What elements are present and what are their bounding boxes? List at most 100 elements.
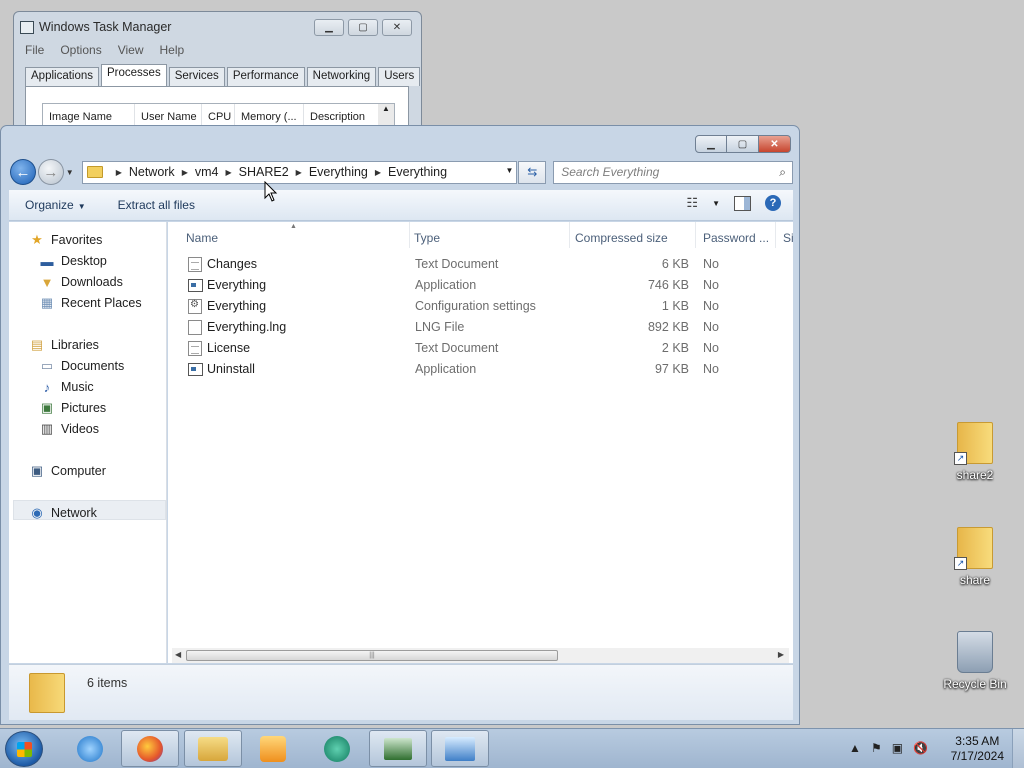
table-row[interactable]: Everything Application 746 KB No bbox=[168, 275, 793, 296]
tab-services[interactable]: Services bbox=[168, 67, 225, 86]
scroll-right-icon[interactable]: ▶ bbox=[778, 650, 784, 659]
maximize-button[interactable]: ▢ bbox=[727, 135, 759, 153]
nav-documents[interactable]: ▭ Documents bbox=[39, 356, 124, 376]
minimize-button[interactable]: ▁ bbox=[314, 19, 344, 36]
control-panel-icon bbox=[445, 736, 475, 761]
taskbar-control-panel[interactable] bbox=[431, 730, 489, 767]
tab-performance[interactable]: Performance bbox=[226, 67, 305, 86]
breadcrumb-separator-icon[interactable]: ▶ bbox=[182, 168, 188, 177]
nav-favorites[interactable]: ★ Favorites bbox=[29, 230, 102, 250]
taskbar-windows-explorer[interactable] bbox=[184, 730, 242, 767]
address-dropdown-icon[interactable]: ▼ bbox=[505, 166, 513, 175]
sort-ascending-icon: ▲ bbox=[290, 223, 297, 230]
taskbar-internet-explorer[interactable] bbox=[61, 730, 119, 767]
view-options-dropdown-icon[interactable]: ▼ bbox=[712, 199, 720, 208]
tab-users[interactable]: Users bbox=[378, 67, 421, 86]
refresh-button[interactable]: ⇆ bbox=[518, 160, 547, 184]
nav-recent-places[interactable]: ▦ Recent Places bbox=[39, 293, 142, 313]
scroll-left-icon[interactable]: ◀ bbox=[175, 650, 181, 659]
task-manager-window[interactable]: Windows Task Manager ▁ ▢ ✕ File Options … bbox=[13, 11, 422, 139]
task-manager-tabs: Applications Processes Services Performa… bbox=[25, 64, 421, 86]
table-row[interactable]: Uninstall Application 97 KB No bbox=[168, 359, 793, 380]
tab-networking[interactable]: Networking bbox=[306, 67, 377, 86]
pictures-icon: ▣ bbox=[40, 400, 54, 415]
column-name[interactable]: Name bbox=[186, 222, 410, 248]
desktop-icon-share2[interactable]: ↗ share2 bbox=[940, 422, 1010, 482]
taskbar-app[interactable] bbox=[308, 730, 366, 767]
recent-pages-dropdown[interactable]: ▼ bbox=[66, 168, 78, 177]
nav-pictures[interactable]: ▣ Pictures bbox=[39, 398, 106, 418]
scrollbar-thumb[interactable]: ||| bbox=[186, 650, 558, 661]
back-button[interactable]: ← bbox=[10, 159, 36, 185]
folder-icon: ↗ bbox=[954, 422, 993, 465]
organize-button[interactable]: Organize ▼ bbox=[9, 198, 102, 212]
file-name: Everything bbox=[207, 278, 267, 292]
close-button[interactable]: ✕ bbox=[382, 19, 412, 36]
windows-explorer-icon bbox=[198, 736, 228, 761]
extract-all-label: Extract all files bbox=[117, 198, 195, 212]
network-status-icon[interactable]: ▣ bbox=[892, 741, 903, 755]
minimize-button[interactable]: ▁ bbox=[695, 135, 727, 153]
taskbar-firefox[interactable] bbox=[121, 730, 179, 767]
preview-pane-icon[interactable] bbox=[734, 195, 751, 211]
breadcrumb-network[interactable]: Network bbox=[129, 165, 175, 179]
breadcrumb-separator-icon[interactable]: ▶ bbox=[116, 168, 122, 177]
menu-help[interactable]: Help bbox=[160, 43, 185, 57]
breadcrumb-everything-parent[interactable]: Everything bbox=[309, 165, 368, 179]
taskbar-task-manager[interactable] bbox=[369, 730, 427, 767]
nav-desktop[interactable]: ▬ Desktop bbox=[39, 251, 107, 271]
close-button[interactable]: ✕ bbox=[759, 135, 791, 153]
show-desktop-button[interactable] bbox=[1012, 729, 1024, 768]
column-compressed-size[interactable]: Compressed size bbox=[575, 222, 696, 248]
tab-applications[interactable]: Applications bbox=[25, 67, 100, 86]
start-button[interactable] bbox=[5, 731, 43, 767]
nav-network[interactable]: ◉ Network bbox=[29, 503, 97, 523]
desktop-icon-label: share2 bbox=[956, 468, 994, 482]
help-icon[interactable]: ? bbox=[765, 195, 781, 211]
taskbar-media-player[interactable] bbox=[244, 730, 302, 767]
column-type[interactable]: Type bbox=[414, 222, 570, 248]
forward-arrow-icon: → bbox=[43, 163, 59, 181]
show-hidden-icons-icon[interactable]: ▲ bbox=[849, 741, 861, 755]
nav-videos[interactable]: ▥ Videos bbox=[39, 419, 99, 439]
clock[interactable]: 3:35 AM 7/17/2024 bbox=[951, 734, 1004, 764]
forward-button[interactable]: → bbox=[37, 159, 64, 185]
tab-processes[interactable]: Processes bbox=[101, 64, 167, 86]
star-icon: ★ bbox=[31, 232, 43, 247]
column-password[interactable]: Password ... bbox=[703, 222, 776, 248]
menu-view[interactable]: View bbox=[118, 43, 144, 57]
breadcrumb-separator-icon[interactable]: ▶ bbox=[375, 168, 381, 177]
desktop-icon-recycle-bin[interactable]: Recycle Bin bbox=[940, 631, 1010, 691]
table-row[interactable]: Changes Text Document 6 KB No bbox=[168, 254, 793, 275]
table-row[interactable]: Everything Configuration settings 1 KB N… bbox=[168, 296, 793, 317]
breadcrumb-share2[interactable]: SHARE2 bbox=[239, 165, 289, 179]
table-row[interactable]: Everything.lng LNG File 892 KB No bbox=[168, 317, 793, 338]
breadcrumb-separator-icon[interactable]: ▶ bbox=[225, 168, 231, 177]
breadcrumb-everything-current[interactable]: Everything bbox=[388, 165, 447, 179]
nav-computer[interactable]: ▣ Computer bbox=[29, 461, 106, 481]
breadcrumb-vm4[interactable]: vm4 bbox=[195, 165, 219, 179]
change-view-icon[interactable]: ☷ bbox=[686, 195, 698, 211]
nav-downloads[interactable]: ▼ Downloads bbox=[39, 272, 123, 292]
menu-options[interactable]: Options bbox=[60, 43, 101, 57]
extract-all-files-button[interactable]: Extract all files bbox=[102, 198, 211, 212]
nav-libraries[interactable]: ▤ Libraries bbox=[29, 335, 99, 355]
desktop-icon-share[interactable]: ↗ share bbox=[940, 527, 1010, 587]
action-center-flag-icon[interactable]: ⚑ bbox=[871, 741, 882, 755]
table-row[interactable]: License Text Document 2 KB No bbox=[168, 338, 793, 359]
maximize-button[interactable]: ▢ bbox=[348, 19, 378, 36]
text-file-icon bbox=[188, 341, 202, 356]
nav-music[interactable]: ♪ Music bbox=[39, 377, 94, 397]
search-input[interactable]: Search Everything ⌕ bbox=[553, 160, 794, 184]
column-size-truncated[interactable]: Si bbox=[783, 222, 793, 248]
volume-muted-icon[interactable]: 🔇 bbox=[913, 741, 928, 755]
menu-file[interactable]: File bbox=[25, 43, 44, 57]
search-icon[interactable]: ⌕ bbox=[779, 165, 786, 180]
file-password: No bbox=[703, 320, 719, 334]
address-bar[interactable]: ▶ Network ▶ vm4 ▶ SHARE2 ▶ Everything ▶ … bbox=[81, 160, 518, 184]
explorer-window[interactable]: ▁ ▢ ✕ ← → ▼ ▶ Network ▶ vm4 ▶ SHARE2 ▶ E… bbox=[0, 125, 800, 725]
horizontal-scrollbar[interactable]: ◀ ||| ▶ bbox=[172, 648, 789, 663]
nav-music-label: Music bbox=[61, 380, 94, 394]
breadcrumb-separator-icon[interactable]: ▶ bbox=[296, 168, 302, 177]
file-type: Text Document bbox=[415, 257, 499, 271]
